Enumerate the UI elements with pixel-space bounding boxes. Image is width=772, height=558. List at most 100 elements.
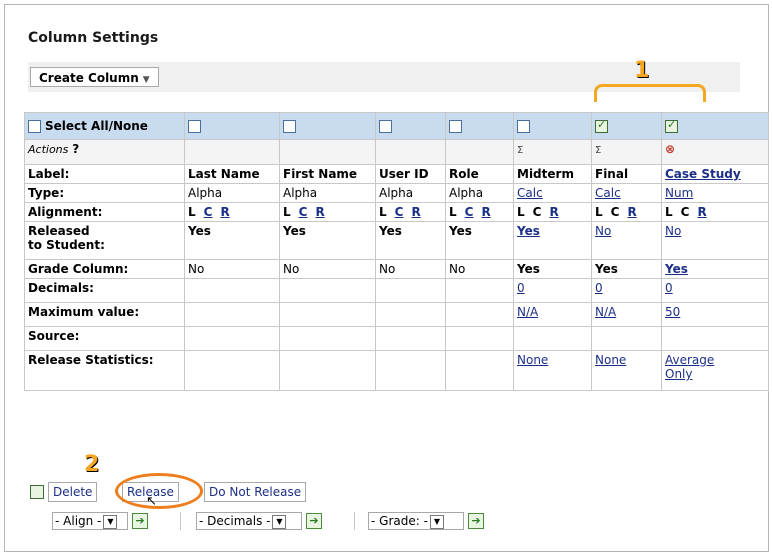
alignment-options: LCR (661, 202, 769, 222)
chevron-down-icon: ▼ (103, 514, 118, 529)
align-right[interactable]: R (627, 205, 636, 219)
released-toggle[interactable]: No (661, 221, 769, 260)
create-column-button[interactable]: Create Column ▼ (30, 67, 159, 87)
released-row-label: Released to Student: (24, 221, 185, 260)
release-stats-link[interactable]: None (591, 350, 662, 391)
go-arrow-icon[interactable]: ➔ (306, 513, 322, 529)
type-row: Type: Alpha Alpha Alpha Alpha Calc Calc … (24, 183, 769, 203)
go-arrow-icon[interactable]: ➔ (468, 513, 484, 529)
align-left[interactable]: L (379, 205, 387, 219)
edit-calc-icon[interactable]: Σ (517, 145, 523, 156)
align-center[interactable]: C (204, 205, 213, 219)
max-value-link[interactable]: 50 (661, 302, 769, 327)
decimals-link[interactable]: 0 (591, 278, 662, 303)
align-center[interactable]: C (681, 205, 690, 219)
align-right[interactable]: R (315, 205, 324, 219)
max-value-link[interactable]: N/A (591, 302, 662, 327)
grade-column-row-label: Grade Column: (24, 259, 185, 279)
align-center[interactable]: C (395, 205, 404, 219)
select-all-label: Select All/None (45, 119, 148, 133)
type-value: Alpha (279, 183, 376, 203)
align-left[interactable]: L (595, 205, 603, 219)
align-left[interactable]: L (188, 205, 196, 219)
chevron-down-icon: ▼ (142, 75, 150, 85)
type-value: Alpha (184, 183, 280, 203)
stats-line2: Only (665, 367, 693, 381)
align-select[interactable]: - Align - ▼ (52, 512, 128, 530)
release-stats-row: Release Statistics: None None Average Onl… (24, 350, 769, 391)
alignment-options: LCR (279, 202, 376, 222)
decimals-link[interactable]: 0 (513, 278, 592, 303)
column-checkbox-first-name[interactable] (283, 120, 296, 133)
cursor-icon: ↖ (146, 494, 157, 509)
type-link[interactable]: Calc (591, 183, 662, 203)
column-settings-table: Select All/None Actions ? Σ Σ ⊗ Label: L… (24, 112, 769, 391)
select-all-checkbox[interactable] (28, 120, 41, 133)
help-icon[interactable]: ? (72, 142, 79, 156)
align-center[interactable]: C (299, 205, 308, 219)
actions-row: Actions ? Σ Σ ⊗ (24, 139, 769, 165)
align-center[interactable]: C (533, 205, 542, 219)
released-toggle[interactable]: Yes (513, 221, 592, 260)
delete-column-icon[interactable]: ⊗ (665, 142, 675, 156)
decimals-row: Decimals: 0 0 0 (24, 278, 769, 303)
grade-select[interactable]: - Grade: - ▼ (368, 512, 464, 530)
release-stats-link[interactable]: Average Only (661, 350, 769, 391)
column-checkbox-user-id[interactable] (379, 120, 392, 133)
alignment-options: LCR (445, 202, 514, 222)
align-left[interactable]: L (517, 205, 525, 219)
released-label-line1: Released (28, 224, 90, 238)
edit-calc-icon[interactable]: Σ (595, 145, 601, 156)
do-not-release-button[interactable]: Do Not Release (204, 482, 307, 502)
align-right[interactable]: R (481, 205, 490, 219)
release-stats-link[interactable]: None (513, 350, 592, 391)
column-checkbox-final[interactable] (595, 118, 608, 133)
column-label-link[interactable]: Case Study (661, 164, 769, 184)
column-label: First Name (279, 164, 376, 184)
decimals-select-value: - Decimals - (199, 514, 271, 528)
type-value: Alpha (375, 183, 446, 203)
column-label: Last Name (184, 164, 280, 184)
select-arrow-icon (30, 485, 44, 499)
column-label: Role (445, 164, 514, 184)
grade-select-value: - Grade: - (371, 514, 428, 528)
max-value-link[interactable]: N/A (513, 302, 592, 327)
page-title: Column Settings (28, 30, 159, 46)
column-checkbox-role[interactable] (449, 120, 462, 133)
annotation-brace (594, 84, 706, 102)
align-right[interactable]: R (697, 205, 706, 219)
grade-column-value: No (445, 259, 514, 279)
column-checkbox-case-study[interactable] (665, 118, 678, 133)
actions-label: Actions (28, 143, 69, 156)
released-toggle[interactable]: No (591, 221, 662, 260)
decimals-link[interactable]: 0 (661, 278, 769, 303)
align-right[interactable]: R (549, 205, 558, 219)
divider (180, 512, 181, 530)
type-link[interactable]: Calc (513, 183, 592, 203)
annotation-2: 2 (84, 452, 100, 477)
source-row: Source: (24, 326, 769, 351)
align-center[interactable]: C (465, 205, 474, 219)
decimals-row-label: Decimals: (24, 278, 185, 303)
grade-column-value: No (279, 259, 376, 279)
align-right[interactable]: R (411, 205, 420, 219)
grade-column-toggle[interactable]: Yes (661, 259, 769, 279)
stats-line1: Average (665, 353, 715, 367)
align-left[interactable]: L (665, 205, 673, 219)
header-row: Select All/None (24, 112, 769, 140)
released-value: Yes (184, 221, 280, 260)
decimals-select[interactable]: - Decimals - ▼ (196, 512, 302, 530)
go-arrow-icon[interactable]: ➔ (132, 513, 148, 529)
align-left[interactable]: L (283, 205, 291, 219)
delete-button[interactable]: Delete (48, 482, 98, 502)
column-label: Final (591, 164, 662, 184)
align-left[interactable]: L (449, 205, 457, 219)
alignment-row: Alignment: LCR LCR LCR LCR LCR LCR LCR (24, 202, 769, 222)
align-center[interactable]: C (611, 205, 620, 219)
column-checkbox-last-name[interactable] (188, 120, 201, 133)
type-link[interactable]: Num (661, 183, 769, 203)
align-right[interactable]: R (220, 205, 229, 219)
grade-column-value: No (375, 259, 446, 279)
column-checkbox-midterm[interactable] (517, 120, 530, 133)
select-all-cell[interactable]: Select All/None (24, 112, 185, 140)
